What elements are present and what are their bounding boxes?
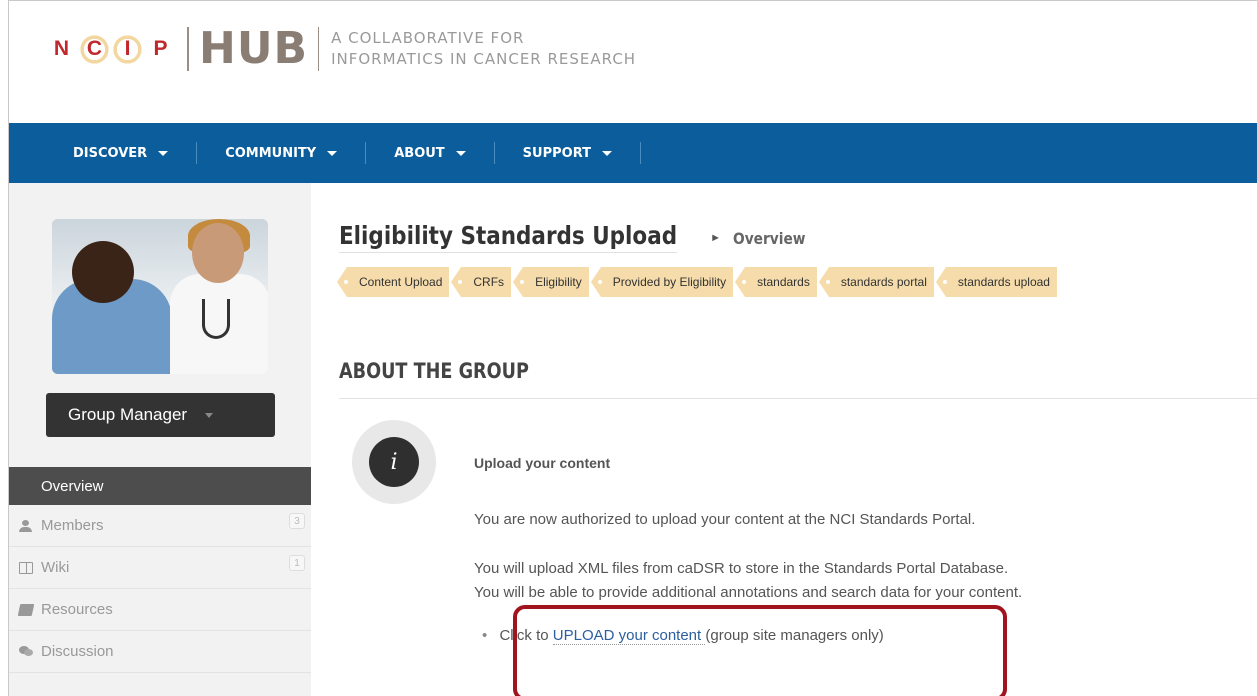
nav-community-label: COMMUNITY — [225, 145, 317, 161]
logo-divider — [187, 27, 189, 71]
tag-eligibility[interactable]: Eligibility — [513, 267, 589, 297]
section-title: ABOUT THE GROUP — [339, 359, 529, 383]
nav-discover[interactable]: DISCOVER — [73, 142, 169, 164]
ncip-hub-logo[interactable]: N C I P HUB A COLLABORATIVE FOR INFORMAT… — [45, 27, 636, 71]
tag-provided-by-eligibility[interactable]: Provided by Eligibility — [590, 267, 734, 297]
section-divider — [339, 398, 1257, 399]
nav-divider — [493, 142, 495, 164]
group-menu: Overview Members 3 Wiki 1 Resources Disc… — [9, 467, 324, 673]
authorization-text: You are now authorized to upload your co… — [474, 511, 976, 528]
grid-icon — [19, 480, 33, 492]
sidebar-item-label: Overview — [41, 477, 104, 495]
nav-support[interactable]: SUPPORT — [523, 142, 612, 164]
group-manager-label: Group Manager — [68, 405, 188, 424]
sidebar-item-members[interactable]: Members 3 — [9, 505, 311, 547]
tag-crfs[interactable]: CRFs — [451, 267, 512, 297]
page-frame: N C I P HUB A COLLABORATIVE FOR INFORMAT… — [8, 0, 1257, 696]
caret-down-icon — [327, 150, 338, 156]
tagline-line-1: A COLLABORATIVE FOR — [331, 29, 525, 47]
upload-heading: Upload your content — [474, 455, 611, 471]
caret-down-icon — [602, 150, 612, 156]
tag-standards-portal[interactable]: standards portal — [818, 267, 934, 297]
hub-wordmark: HUB — [199, 23, 309, 74]
breadcrumb: Overview — [733, 229, 806, 248]
sidebar-item-label: Resources — [41, 601, 113, 618]
nav-community[interactable]: COMMUNITY — [225, 142, 338, 164]
tag-standards[interactable]: standards — [735, 267, 817, 297]
ncip-logo-mark: N C I P — [45, 27, 177, 71]
upload-description: You will upload XML files from caDSR to … — [474, 557, 1022, 605]
members-count-badge: 3 — [289, 513, 305, 529]
logo-letter-p: P — [153, 37, 168, 60]
page-title-row: Eligibility Standards Upload ► Overview — [339, 221, 817, 253]
chat-icon — [19, 645, 33, 658]
highlight-annotation-box — [513, 605, 1007, 696]
tag-standards-upload[interactable]: standards upload — [935, 267, 1057, 297]
nav-discover-label: DISCOVER — [73, 145, 148, 161]
tag-content-upload[interactable]: Content Upload — [336, 267, 450, 297]
main-nav: DISCOVER COMMUNITY ABOUT SUPPORT — [9, 123, 1257, 183]
nav-about[interactable]: ABOUT — [394, 142, 466, 164]
logo-letter-c: C — [78, 32, 111, 66]
upload-description-line-1: You will upload XML files from caDSR to … — [474, 560, 1009, 577]
user-icon — [19, 519, 33, 532]
info-icon: i — [352, 420, 436, 504]
breadcrumb-arrow-icon: ► — [710, 232, 722, 244]
tagline-line-2: INFORMATICS IN CANCER RESEARCH — [331, 50, 637, 68]
sidebar-item-label: Discussion — [41, 643, 114, 660]
resources-icon — [17, 603, 35, 616]
group-avatar-image — [52, 219, 268, 374]
caret-down-icon — [158, 150, 169, 156]
upload-description-line-2: You will be able to provide additional a… — [474, 584, 1023, 601]
site-header: N C I P HUB A COLLABORATIVE FOR INFORMAT… — [9, 1, 1257, 123]
tag-list: Content Upload CRFs Eligibility Provided… — [336, 267, 1069, 297]
sidebar-item-discussion[interactable]: Discussion — [9, 631, 311, 673]
sidebar-item-label: Members — [41, 517, 104, 534]
nav-support-label: SUPPORT — [522, 145, 591, 161]
group-sidebar: Group Manager Overview Members 3 Wiki 1 … — [9, 183, 324, 696]
nav-divider — [196, 142, 198, 164]
sidebar-item-wiki[interactable]: Wiki 1 — [9, 547, 311, 589]
logo-letter-i: I — [111, 32, 144, 66]
caret-down-icon — [455, 150, 466, 156]
sidebar-item-overview[interactable]: Overview — [9, 467, 324, 505]
page-title[interactable]: Eligibility Standards Upload — [339, 221, 678, 253]
logo-divider — [318, 27, 320, 71]
sidebar-item-label: Wiki — [41, 559, 70, 576]
group-manager-dropdown[interactable]: Group Manager — [46, 393, 275, 437]
site-tagline: A COLLABORATIVE FOR INFORMATICS IN CANCE… — [331, 28, 636, 70]
book-icon — [19, 561, 33, 574]
caret-down-icon — [205, 412, 214, 418]
nav-divider — [640, 142, 641, 164]
bullet-dot-icon: • — [482, 627, 488, 644]
nav-about-label: ABOUT — [394, 145, 445, 161]
wiki-count-badge: 1 — [289, 555, 305, 571]
nav-divider — [365, 142, 367, 164]
logo-letter-n: N — [53, 37, 70, 60]
sidebar-item-resources[interactable]: Resources — [9, 589, 311, 631]
info-glyph: i — [369, 437, 419, 487]
